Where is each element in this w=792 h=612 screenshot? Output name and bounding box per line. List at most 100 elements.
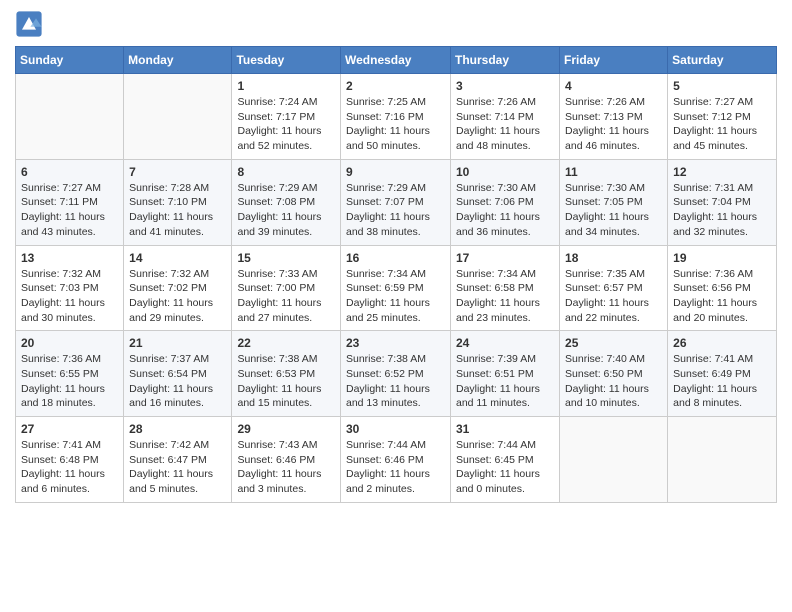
day-number: 24 [456,336,554,350]
day-info: Sunrise: 7:29 AMSunset: 7:08 PMDaylight:… [237,181,335,240]
day-info: Sunrise: 7:41 AMSunset: 6:48 PMDaylight:… [21,438,118,497]
day-of-week-header: Friday [560,47,668,74]
day-number: 8 [237,165,335,179]
day-number: 16 [346,251,445,265]
day-info: Sunrise: 7:42 AMSunset: 6:47 PMDaylight:… [129,438,226,497]
day-number: 10 [456,165,554,179]
day-number: 1 [237,79,335,93]
day-number: 6 [21,165,118,179]
day-info: Sunrise: 7:30 AMSunset: 7:05 PMDaylight:… [565,181,662,240]
calendar-cell: 29Sunrise: 7:43 AMSunset: 6:46 PMDayligh… [232,417,341,503]
day-number: 25 [565,336,662,350]
day-number: 21 [129,336,226,350]
day-of-week-header: Wednesday [341,47,451,74]
day-info: Sunrise: 7:33 AMSunset: 7:00 PMDaylight:… [237,267,335,326]
day-info: Sunrise: 7:27 AMSunset: 7:11 PMDaylight:… [21,181,118,240]
day-number: 12 [673,165,771,179]
day-info: Sunrise: 7:31 AMSunset: 7:04 PMDaylight:… [673,181,771,240]
calendar-cell: 21 Sunrise: 7:37 AMSunset: 6:54 PMDayligh… [124,331,232,417]
calendar-cell: 28Sunrise: 7:42 AMSunset: 6:47 PMDayligh… [124,417,232,503]
day-info: Sunrise: 7:44 AMSunset: 6:45 PMDaylight:… [456,438,554,497]
day-info: Sunrise: 7:36 AMSunset: 6:56 PMDaylight:… [673,267,771,326]
day-number: 27 [21,422,118,436]
day-number: 17 [456,251,554,265]
day-info: Sunrise: 7:43 AMSunset: 6:46 PMDaylight:… [237,438,335,497]
calendar-cell: 18Sunrise: 7:35 AMSunset: 6:57 PMDayligh… [560,245,668,331]
calendar: SundayMondayTuesdayWednesdayThursdayFrid… [15,46,777,503]
day-info: Sunrise: 7:27 AMSunset: 7:12 PMDaylight:… [673,95,771,154]
day-number: 5 [673,79,771,93]
day-info: Sunrise: 7:30 AMSunset: 7:06 PMDaylight:… [456,181,554,240]
day-number: 26 [673,336,771,350]
day-info: Sunrise: 7:38 AMSunset: 6:53 PMDaylight:… [237,352,335,411]
calendar-cell: 4Sunrise: 7:26 AMSunset: 7:13 PMDaylight… [560,74,668,160]
calendar-cell [668,417,777,503]
day-of-week-header: Monday [124,47,232,74]
day-number: 23 [346,336,445,350]
day-info: Sunrise: 7:26 AMSunset: 7:14 PMDaylight:… [456,95,554,154]
day-of-week-header: Saturday [668,47,777,74]
day-number: 31 [456,422,554,436]
calendar-cell: 8 Sunrise: 7:29 AMSunset: 7:08 PMDaylight… [232,159,341,245]
day-of-week-header: Sunday [16,47,124,74]
logo [15,10,47,38]
calendar-cell: 14 Sunrise: 7:32 AMSunset: 7:02 PMDayligh… [124,245,232,331]
day-info: Sunrise: 7:40 AMSunset: 6:50 PMDaylight:… [565,352,662,411]
day-number: 20 [21,336,118,350]
day-info: Sunrise: 7:32 AMSunset: 7:02 PMDaylight:… [129,267,226,326]
calendar-week-row: 20 Sunrise: 7:36 AMSunset: 6:55 PMDayligh… [16,331,777,417]
day-info: Sunrise: 7:34 AMSunset: 6:58 PMDaylight:… [456,267,554,326]
calendar-cell: 26 Sunrise: 7:41 AMSunset: 6:49 PMDayligh… [668,331,777,417]
calendar-cell: 17 Sunrise: 7:34 AMSunset: 6:58 PMDayligh… [451,245,560,331]
day-of-week-header: Tuesday [232,47,341,74]
day-number: 7 [129,165,226,179]
day-info: Sunrise: 7:32 AMSunset: 7:03 PMDaylight:… [21,267,118,326]
calendar-cell: 20 Sunrise: 7:36 AMSunset: 6:55 PMDayligh… [16,331,124,417]
calendar-cell: 24 Sunrise: 7:39 AMSunset: 6:51 PMDayligh… [451,331,560,417]
calendar-cell: 10 Sunrise: 7:30 AMSunset: 7:06 PMDayligh… [451,159,560,245]
day-number: 14 [129,251,226,265]
header [15,10,777,38]
day-info: Sunrise: 7:29 AMSunset: 7:07 PMDaylight:… [346,181,445,240]
day-info: Sunrise: 7:37 AMSunset: 6:54 PMDaylight:… [129,352,226,411]
day-number: 13 [21,251,118,265]
day-info: Sunrise: 7:44 AMSunset: 6:46 PMDaylight:… [346,438,445,497]
day-info: Sunrise: 7:28 AMSunset: 7:10 PMDaylight:… [129,181,226,240]
day-info: Sunrise: 7:38 AMSunset: 6:52 PMDaylight:… [346,352,445,411]
day-number: 15 [237,251,335,265]
calendar-cell: 1 Sunrise: 7:24 AMSunset: 7:17 PMDaylight… [232,74,341,160]
logo-icon [15,10,43,38]
day-info: Sunrise: 7:36 AMSunset: 6:55 PMDaylight:… [21,352,118,411]
day-number: 11 [565,165,662,179]
page: SundayMondayTuesdayWednesdayThursdayFrid… [0,0,792,518]
calendar-cell: 19 Sunrise: 7:36 AMSunset: 6:56 PMDayligh… [668,245,777,331]
calendar-cell: 9 Sunrise: 7:29 AMSunset: 7:07 PMDaylight… [341,159,451,245]
day-info: Sunrise: 7:39 AMSunset: 6:51 PMDaylight:… [456,352,554,411]
day-number: 30 [346,422,445,436]
calendar-cell: 22Sunrise: 7:38 AMSunset: 6:53 PMDayligh… [232,331,341,417]
day-number: 3 [456,79,554,93]
calendar-cell: 11 Sunrise: 7:30 AMSunset: 7:05 PMDayligh… [560,159,668,245]
calendar-cell: 31 Sunrise: 7:44 AMSunset: 6:45 PMDayligh… [451,417,560,503]
day-number: 19 [673,251,771,265]
day-info: Sunrise: 7:41 AMSunset: 6:49 PMDaylight:… [673,352,771,411]
calendar-cell: 25 Sunrise: 7:40 AMSunset: 6:50 PMDayligh… [560,331,668,417]
day-info: Sunrise: 7:35 AMSunset: 6:57 PMDaylight:… [565,267,662,326]
day-info: Sunrise: 7:24 AMSunset: 7:17 PMDaylight:… [237,95,335,154]
calendar-cell [124,74,232,160]
calendar-week-row: 13 Sunrise: 7:32 AMSunset: 7:03 PMDayligh… [16,245,777,331]
calendar-cell: 16Sunrise: 7:34 AMSunset: 6:59 PMDayligh… [341,245,451,331]
calendar-week-row: 1 Sunrise: 7:24 AMSunset: 7:17 PMDaylight… [16,74,777,160]
calendar-cell: 27 Sunrise: 7:41 AMSunset: 6:48 PMDayligh… [16,417,124,503]
day-number: 4 [565,79,662,93]
calendar-header-row: SundayMondayTuesdayWednesdayThursdayFrid… [16,47,777,74]
day-info: Sunrise: 7:25 AMSunset: 7:16 PMDaylight:… [346,95,445,154]
calendar-cell: 30 Sunrise: 7:44 AMSunset: 6:46 PMDayligh… [341,417,451,503]
calendar-cell: 12 Sunrise: 7:31 AMSunset: 7:04 PMDayligh… [668,159,777,245]
day-number: 2 [346,79,445,93]
calendar-cell: 23 Sunrise: 7:38 AMSunset: 6:52 PMDayligh… [341,331,451,417]
day-number: 9 [346,165,445,179]
calendar-week-row: 6 Sunrise: 7:27 AMSunset: 7:11 PMDaylight… [16,159,777,245]
calendar-cell: 6 Sunrise: 7:27 AMSunset: 7:11 PMDaylight… [16,159,124,245]
calendar-cell: 2 Sunrise: 7:25 AMSunset: 7:16 PMDaylight… [341,74,451,160]
